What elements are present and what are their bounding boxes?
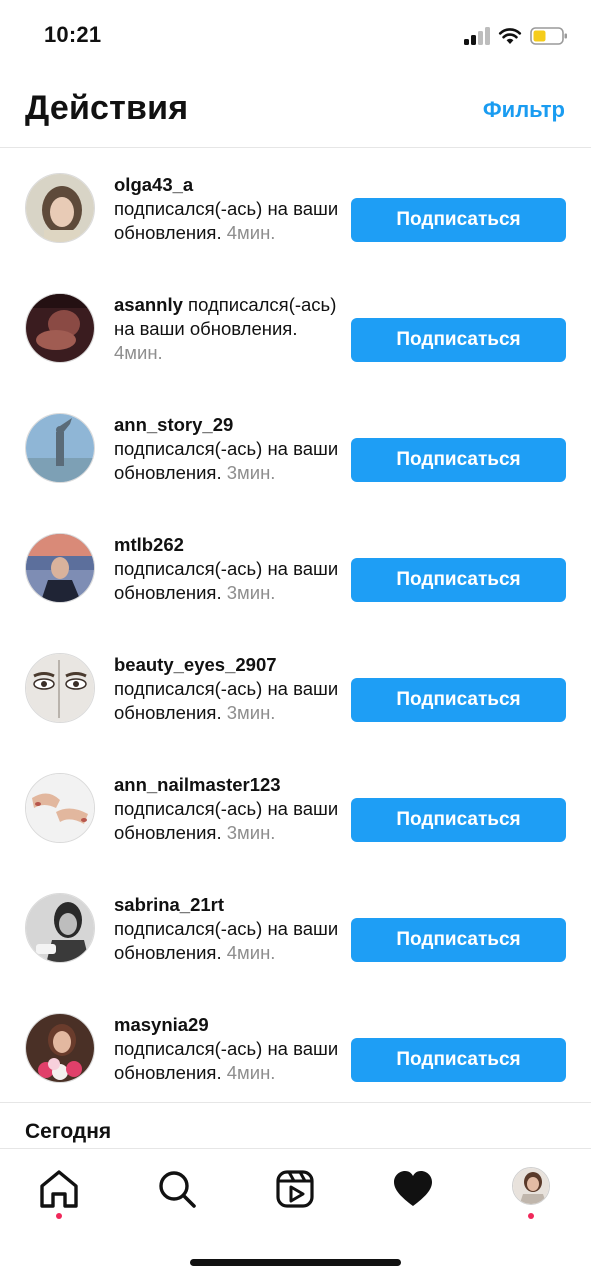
avatar[interactable]: [25, 653, 95, 723]
home-icon: [40, 1170, 78, 1208]
tab-activity[interactable]: [391, 1167, 435, 1211]
avatar[interactable]: [25, 533, 95, 603]
heart-icon: [394, 1171, 432, 1206]
timestamp: 3мин.: [226, 462, 276, 483]
section-title: Сегодня: [25, 1120, 112, 1143]
search-icon: [159, 1171, 196, 1208]
follow-button[interactable]: Подписаться: [351, 558, 566, 602]
list-item: ann_story_29 подписался(-ась) на ваши об…: [0, 400, 591, 520]
header: Действия Фильтр: [0, 70, 591, 148]
notification-text: olga43_a подписался(-ась) на ваши обновл…: [114, 173, 344, 245]
timestamp: 3мин.: [226, 702, 276, 723]
follow-button[interactable]: Подписаться: [351, 918, 566, 962]
tab-reels[interactable]: [273, 1167, 317, 1211]
username[interactable]: ann_nailmaster123: [114, 774, 281, 795]
follow-button[interactable]: Подписаться: [351, 318, 566, 362]
tab-profile[interactable]: [512, 1167, 550, 1205]
battery-icon: [530, 27, 567, 45]
username[interactable]: asannly: [114, 294, 183, 315]
username[interactable]: masynia29: [114, 1014, 209, 1035]
avatar[interactable]: [25, 413, 95, 483]
avatar[interactable]: [25, 173, 95, 243]
section-divider: [0, 1102, 591, 1103]
follow-button[interactable]: Подписаться: [351, 198, 566, 242]
list-item: asannly подписался(-ась) на ваши обновле…: [0, 280, 591, 400]
timestamp: 3мин.: [226, 822, 276, 843]
cellular-signal-icon: [464, 27, 492, 45]
follow-button[interactable]: Подписаться: [351, 438, 566, 482]
timestamp: 4мин.: [226, 1062, 276, 1083]
reels-icon: [276, 1170, 314, 1208]
status-bar: 10:21: [0, 0, 591, 70]
notification-text: sabrina_21rt подписался(-ась) на ваши об…: [114, 893, 344, 965]
username[interactable]: beauty_eyes_2907: [114, 654, 277, 675]
notification-text: masynia29 подписался(-ась) на ваши обнов…: [114, 1013, 344, 1085]
tab-home[interactable]: [37, 1167, 81, 1211]
profile-avatar: [513, 1168, 549, 1204]
notification-dot: [528, 1213, 534, 1219]
follow-button[interactable]: Подписаться: [351, 678, 566, 722]
filter-button[interactable]: Фильтр: [483, 97, 565, 123]
home-indicator: [190, 1259, 401, 1266]
follow-button[interactable]: Подписаться: [351, 798, 566, 842]
notification-text: asannly подписался(-ась) на ваши обновле…: [114, 293, 344, 365]
notification-text: ann_nailmaster123 подписался(-ась) на ва…: [114, 773, 344, 845]
follow-button[interactable]: Подписаться: [351, 1038, 566, 1082]
list-item: sabrina_21rt подписался(-ась) на ваши об…: [0, 880, 591, 1000]
avatar[interactable]: [25, 293, 95, 363]
avatar[interactable]: [25, 893, 95, 963]
username[interactable]: mtlb262: [114, 534, 184, 555]
activity-list: olga43_a подписался(-ась) на ваши обновл…: [0, 148, 591, 1120]
status-time: 10:21: [44, 22, 102, 47]
wifi-icon: [498, 28, 522, 44]
list-item: beauty_eyes_2907 подписался(-ась) на ваш…: [0, 640, 591, 760]
list-item: ann_nailmaster123 подписался(-ась) на ва…: [0, 760, 591, 880]
timestamp: 4мин.: [226, 942, 276, 963]
avatar[interactable]: [25, 1013, 95, 1083]
page-title: Действия: [25, 89, 189, 127]
tab-search[interactable]: [155, 1167, 199, 1211]
timestamp: 4мин.: [114, 342, 163, 363]
notification-text: ann_story_29 подписался(-ась) на ваши об…: [114, 413, 344, 485]
username[interactable]: ann_story_29: [114, 414, 233, 435]
list-item: olga43_a подписался(-ась) на ваши обновл…: [0, 148, 591, 280]
notification-text: mtlb262 подписался(-ась) на ваши обновле…: [114, 533, 344, 605]
avatar[interactable]: [25, 773, 95, 843]
notification-text: beauty_eyes_2907 подписался(-ась) на ваш…: [114, 653, 344, 725]
timestamp: 4мин.: [226, 222, 276, 243]
list-item: mtlb262 подписался(-ась) на ваши обновле…: [0, 520, 591, 640]
timestamp: 3мин.: [226, 582, 276, 603]
notification-dot: [56, 1213, 62, 1219]
username[interactable]: olga43_a: [114, 174, 193, 195]
username[interactable]: sabrina_21rt: [114, 894, 224, 915]
